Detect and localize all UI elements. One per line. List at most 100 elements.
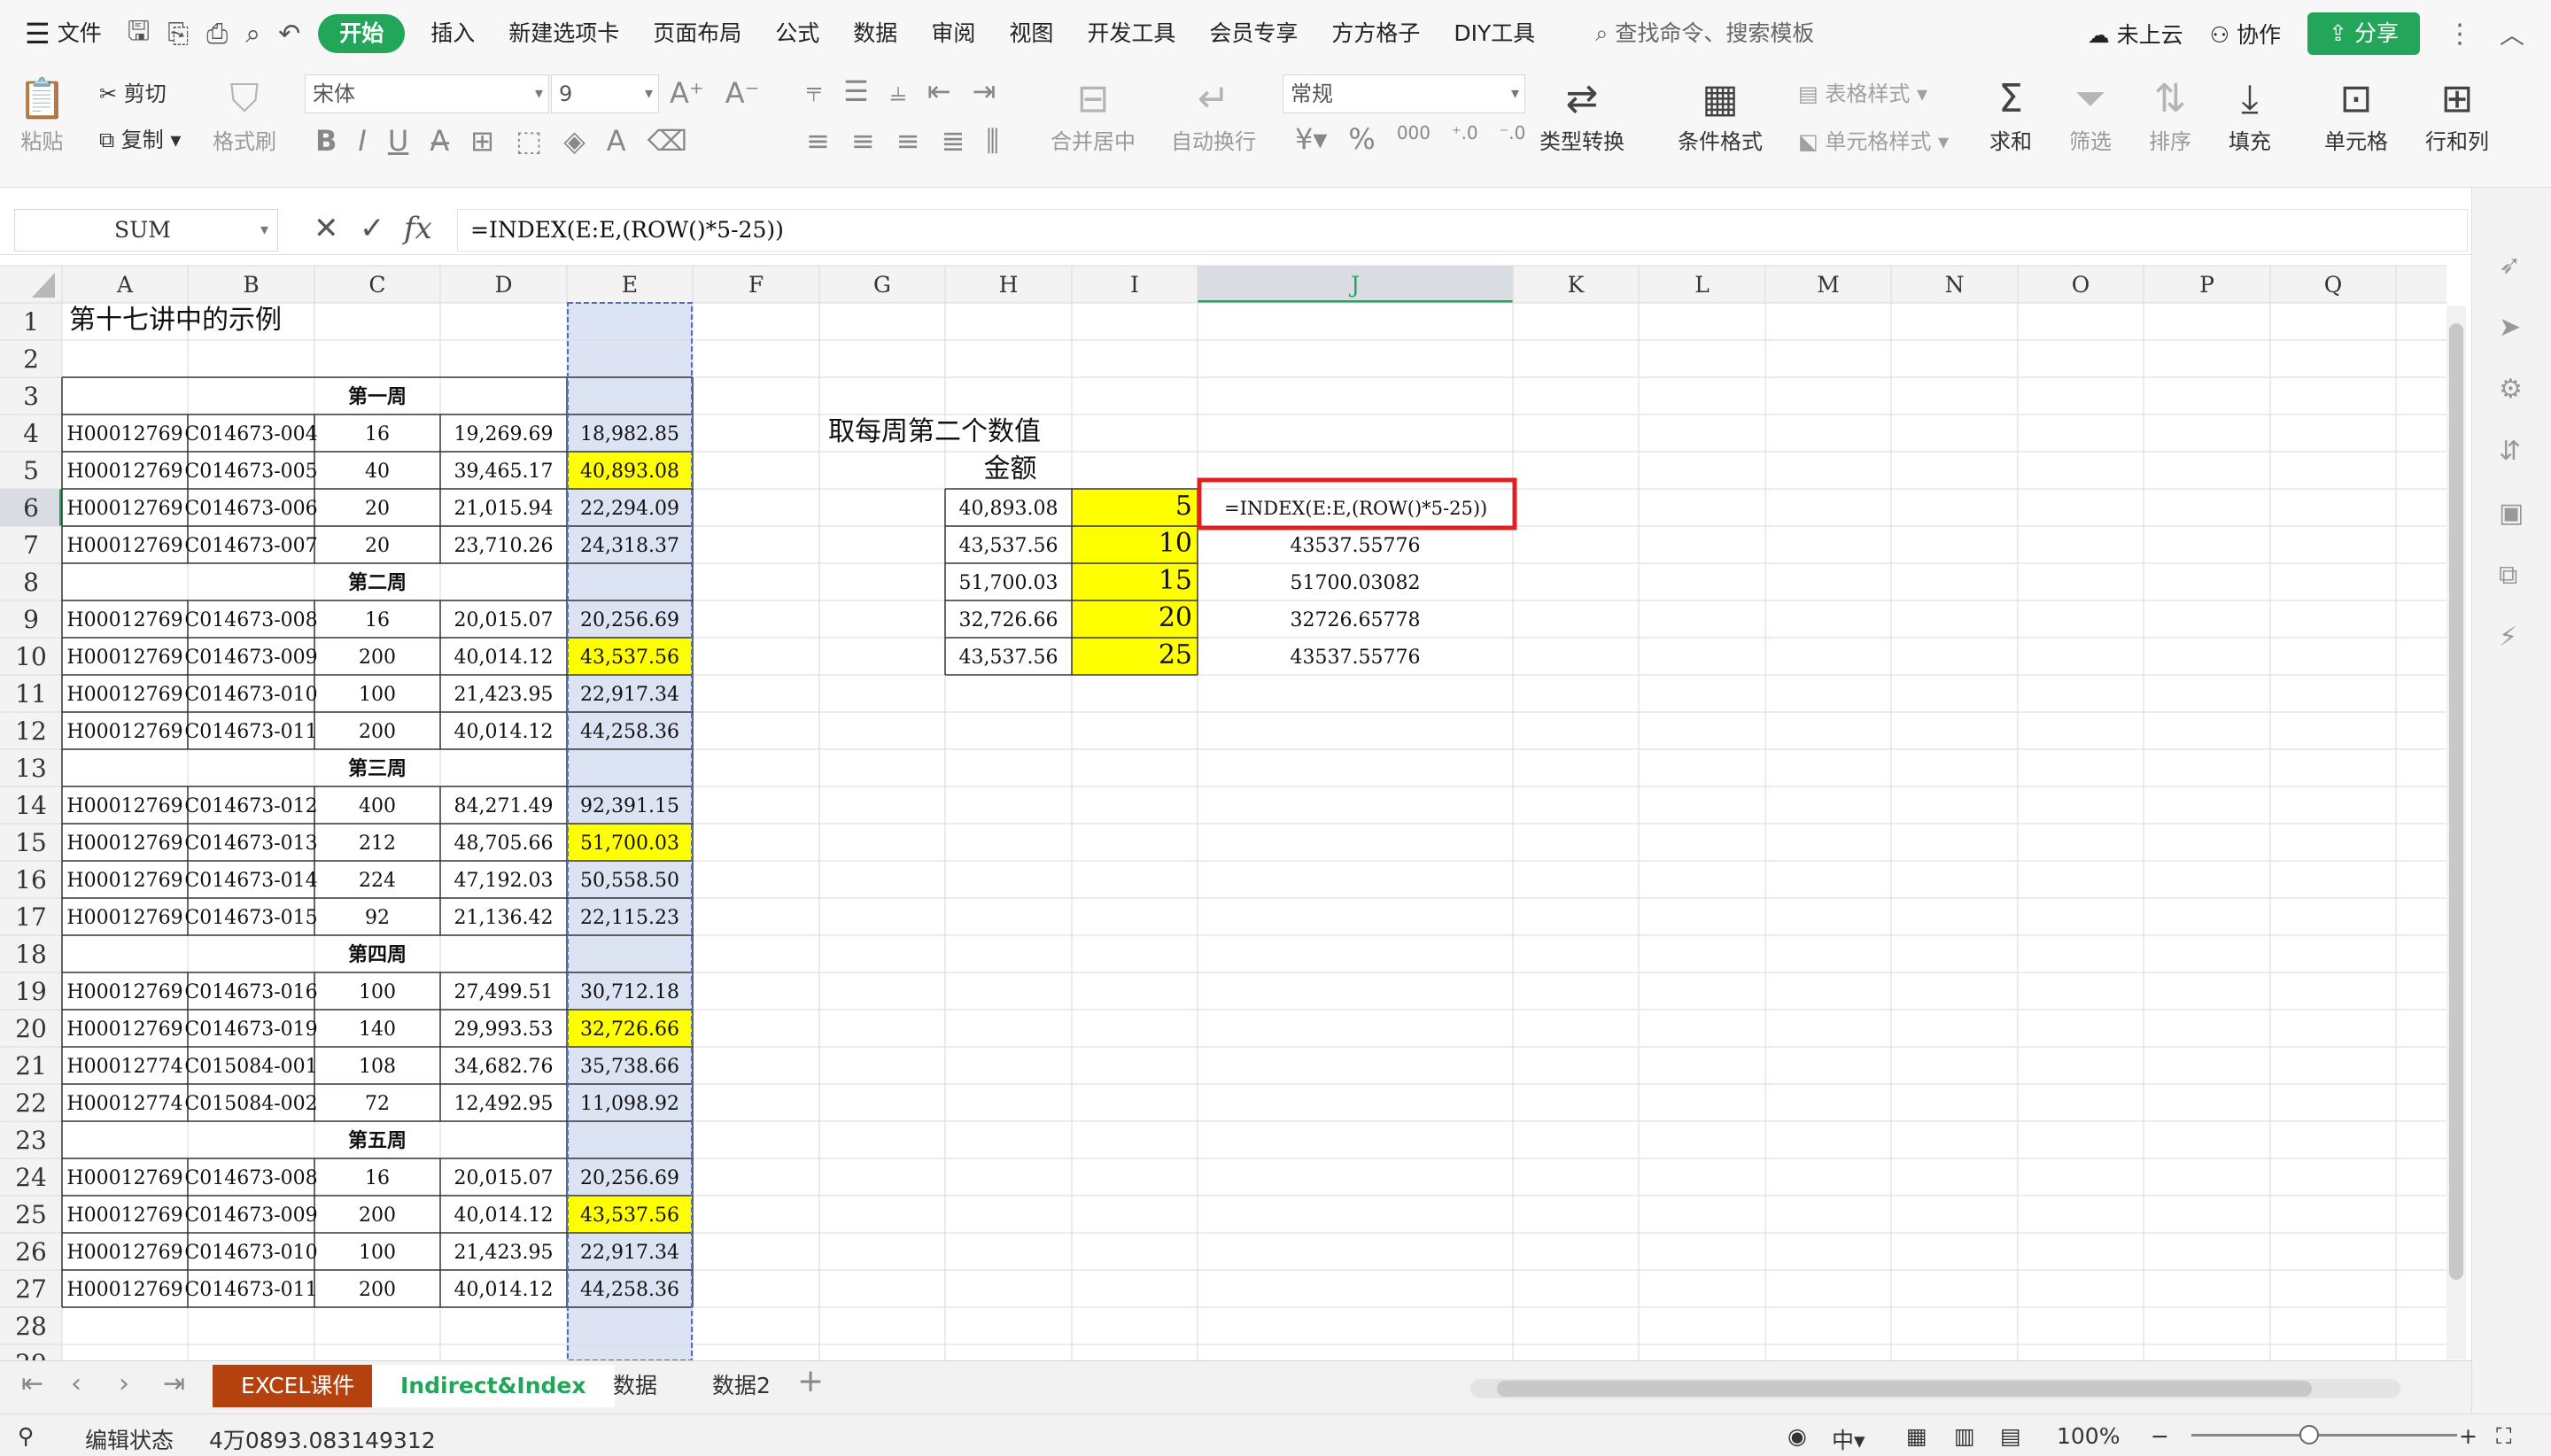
row-header-19[interactable]: 19: [15, 977, 47, 1006]
column-header-L[interactable]: L: [1694, 272, 1710, 298]
column-header-D[interactable]: D: [494, 272, 512, 298]
cell-C6: 20: [365, 498, 390, 520]
sheet-tab-data2[interactable]: 数据2: [684, 1365, 799, 1407]
column-header-G[interactable]: G: [873, 272, 891, 298]
cell-A21: H00012774: [66, 1056, 182, 1078]
cell-H8: 51,700.03: [959, 572, 1058, 594]
cell-D4: 19,269.69: [454, 423, 554, 445]
macro-icon[interactable]: ⚲: [18, 1423, 34, 1449]
row-header-25[interactable]: 25: [15, 1200, 47, 1229]
book-icon[interactable]: ⧉: [2499, 560, 2517, 591]
last-sheet-icon[interactable]: ⇥: [163, 1368, 185, 1399]
row-header-8[interactable]: 8: [23, 568, 39, 597]
column-header-I[interactable]: I: [1130, 272, 1139, 298]
cell-D10: 40,014.12: [454, 647, 554, 669]
cell-C14: 400: [359, 795, 396, 817]
row-header-10[interactable]: 10: [15, 642, 47, 671]
zoom-level[interactable]: 100%: [2057, 1423, 2120, 1449]
cell-D9: 20,015.07: [454, 609, 554, 631]
cell-B14: C014673-012: [184, 795, 317, 817]
horizontal-scrollbar[interactable]: [1470, 1379, 2400, 1398]
column-header-B[interactable]: B: [243, 272, 259, 298]
first-sheet-icon[interactable]: ⇤: [21, 1368, 43, 1399]
column-header-O[interactable]: O: [2072, 272, 2090, 298]
row-header-21[interactable]: 21: [15, 1051, 47, 1080]
row-header-13[interactable]: 13: [15, 754, 47, 783]
cell-C3: 第一周: [348, 385, 407, 408]
cell-D27: 40,014.12: [454, 1279, 554, 1301]
sheet-tab-excel[interactable]: EXCEL课件: [213, 1365, 384, 1407]
next-sheet-icon[interactable]: ›: [119, 1368, 129, 1399]
row-header-15[interactable]: 15: [15, 828, 47, 857]
column-header-Q[interactable]: Q: [2324, 272, 2343, 298]
column-header-P[interactable]: P: [2199, 272, 2214, 298]
column-header-A[interactable]: A: [116, 272, 134, 298]
column-header-N[interactable]: N: [1945, 272, 1965, 298]
horizontal-scroll-thumb[interactable]: [1497, 1381, 2312, 1397]
row-header-27[interactable]: 27: [15, 1274, 47, 1304]
cell-E20: 32,726.66: [580, 1018, 679, 1041]
cell-B7: C014673-007: [184, 535, 317, 557]
cell-B24: C014673-008: [184, 1167, 317, 1189]
column-header-K[interactable]: K: [1568, 272, 1586, 298]
row-header-16[interactable]: 16: [15, 865, 47, 895]
zoom-slider-handle[interactable]: [2299, 1425, 2319, 1444]
fullscreen-icon[interactable]: ⛶: [2496, 1423, 2512, 1450]
column-header-H[interactable]: H: [999, 272, 1019, 298]
cell-E22: 11,098.92: [580, 1093, 679, 1115]
page-layout-icon[interactable]: ▥: [1954, 1423, 1975, 1449]
row-header-26[interactable]: 26: [15, 1237, 47, 1266]
cell-J8: 51700.03082: [1291, 572, 1421, 594]
row-header-14[interactable]: 14: [15, 791, 47, 820]
settings-sliders-icon[interactable]: ⚙: [2499, 374, 2523, 405]
cell-E21: 35,738.66: [580, 1056, 679, 1078]
cell-H9: 32,726.66: [959, 609, 1058, 631]
zoom-slider[interactable]: [2191, 1434, 2457, 1437]
cell-C27: 200: [359, 1279, 396, 1301]
vertical-scroll-thumb[interactable]: [2449, 323, 2463, 1280]
row-header-7[interactable]: 7: [23, 531, 39, 560]
page-break-icon[interactable]: ▤: [2000, 1423, 2021, 1449]
row-header-11[interactable]: 11: [15, 679, 47, 709]
ime-icon[interactable]: 中▾: [1832, 1423, 1865, 1455]
row-header-22[interactable]: 22: [15, 1088, 47, 1118]
add-sheet-icon[interactable]: +: [797, 1363, 824, 1399]
spreadsheet-grid[interactable]: A B C D E F G H I J K L M N O P Q12345678910111213141516…: [0, 0, 2551, 1456]
row-header-5[interactable]: 5: [23, 456, 39, 485]
cursor-icon[interactable]: ➤: [2499, 312, 2521, 343]
row-header-12[interactable]: 12: [15, 716, 47, 746]
column-header-E[interactable]: E: [622, 272, 638, 298]
column-header-M[interactable]: M: [1817, 272, 1840, 298]
column-header-C[interactable]: C: [368, 272, 385, 298]
sheet-tab-data[interactable]: 数据: [585, 1365, 686, 1407]
lightning-icon[interactable]: ⚡: [2499, 622, 2517, 653]
row-header-4[interactable]: 4: [23, 419, 39, 448]
row-header-9[interactable]: 9: [23, 605, 39, 634]
cell-G4: 取每周第二个数值: [828, 416, 1041, 447]
row-header-20[interactable]: 20: [15, 1014, 47, 1043]
column-header-F[interactable]: F: [748, 272, 764, 298]
row-header-3[interactable]: 3: [23, 382, 39, 411]
normal-view-icon[interactable]: ▦: [1906, 1423, 1927, 1449]
row-header-17[interactable]: 17: [15, 902, 47, 932]
vertical-scrollbar[interactable]: [2446, 306, 2466, 1359]
row-header-28[interactable]: 28: [15, 1312, 47, 1341]
cell-H10: 43,537.56: [959, 647, 1058, 669]
row-header-6[interactable]: 6: [23, 493, 39, 523]
prev-sheet-icon[interactable]: ‹: [71, 1368, 81, 1399]
cell-B19: C014673-016: [184, 981, 317, 1003]
row-header-1[interactable]: 1: [23, 307, 39, 337]
row-header-2[interactable]: 2: [23, 345, 39, 374]
row-header-23[interactable]: 23: [15, 1126, 47, 1155]
image-icon[interactable]: ▣: [2499, 498, 2524, 529]
zoom-out-icon[interactable]: −: [2151, 1423, 2169, 1449]
cell-A14: H00012769: [66, 795, 182, 817]
transfer-icon[interactable]: ⇵: [2499, 436, 2521, 467]
zoom-in-icon[interactable]: +: [2459, 1423, 2477, 1449]
row-header-24[interactable]: 24: [15, 1163, 47, 1192]
cell-A25: H00012769: [66, 1204, 182, 1227]
eye-icon[interactable]: ◉: [1787, 1423, 1807, 1449]
rocket-icon[interactable]: ➶: [2499, 250, 2521, 281]
sheet-tab-indirect-index[interactable]: Indirect&Index: [372, 1365, 615, 1407]
row-header-18[interactable]: 18: [15, 940, 47, 969]
